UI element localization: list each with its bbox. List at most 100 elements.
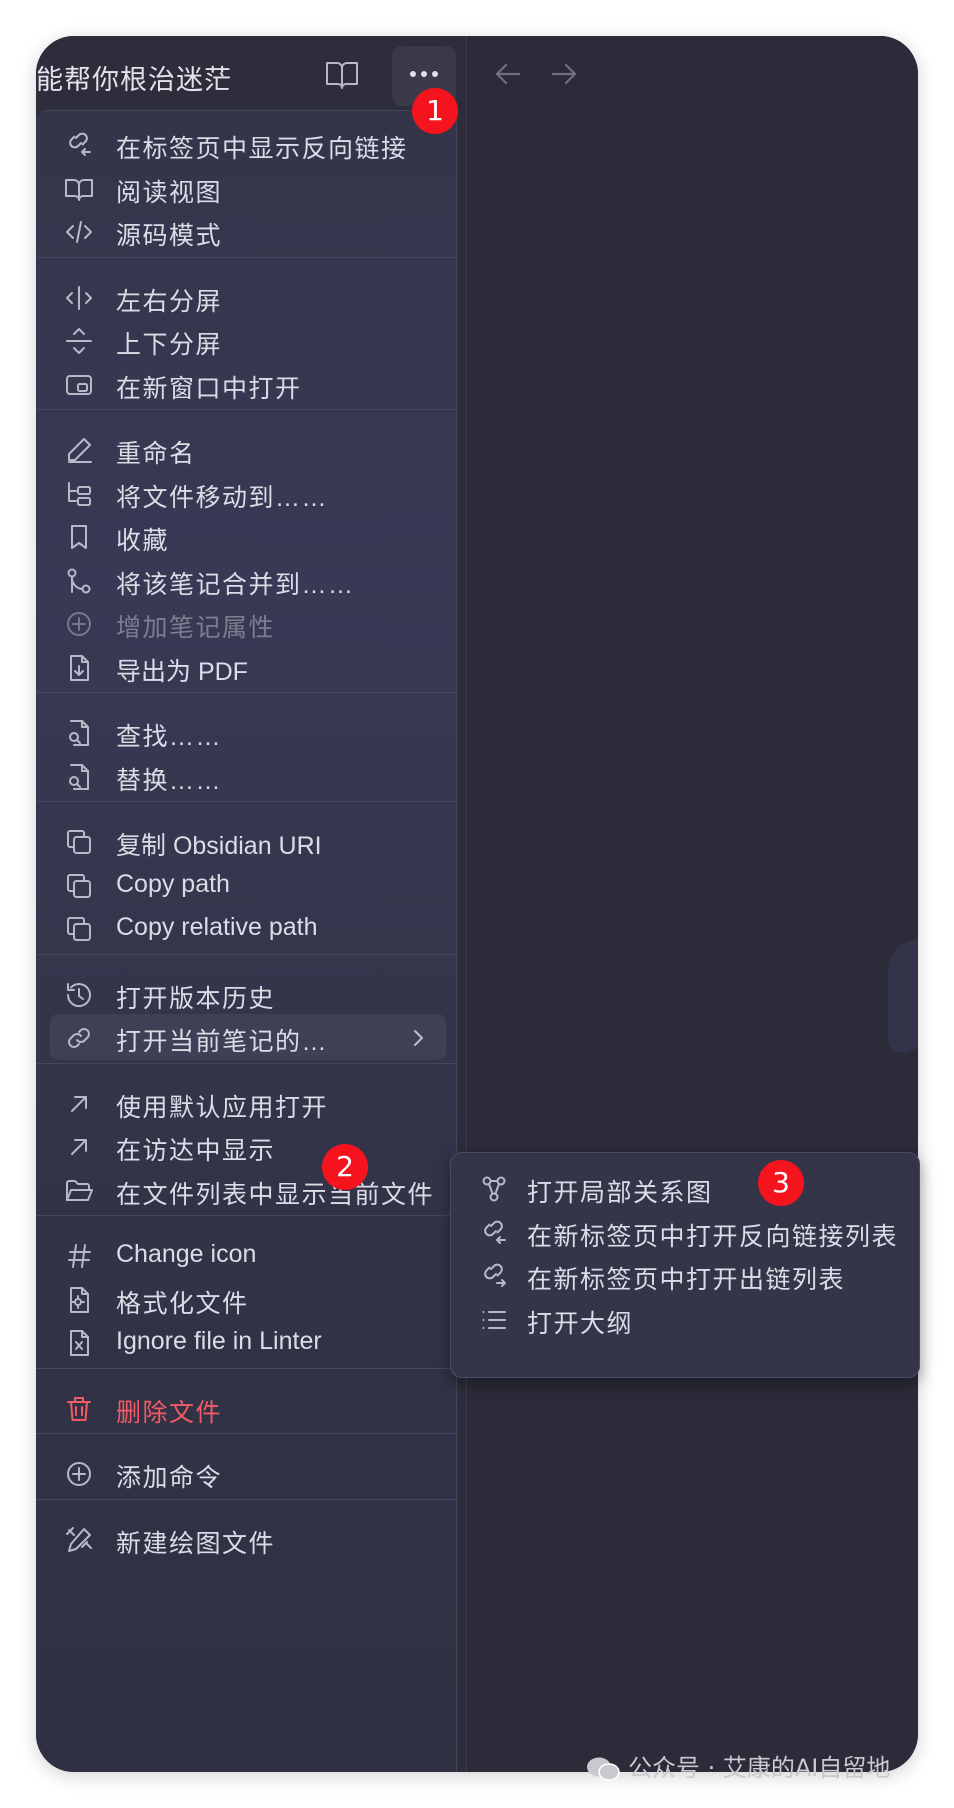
menu-separator [36, 953, 456, 955]
step-badge-2: 2 [322, 1144, 368, 1190]
menu-item[interactable]: 格式化文件 [50, 1276, 446, 1322]
file-cog-icon [64, 1285, 94, 1315]
menu-item[interactable]: 查找…… [50, 709, 446, 755]
menu-item-label: 打开版本历史 [116, 984, 276, 1013]
menu-item[interactable]: 阅读视图 [50, 165, 446, 211]
menu-item-label: 复制 Obsidian URI [116, 832, 322, 860]
menu-item-label: 在访达中显示 [116, 1137, 276, 1165]
arrow-up-right-icon [64, 1132, 94, 1162]
open-current-note-submenu: 打开局部关系图在新标签页中打开反向链接列表 在新标签页中打开出链列表打开大纲 [450, 1152, 920, 1378]
submenu-item-label: 在新标签页中打开反向链接列表 [527, 1222, 899, 1251]
menu-item[interactable]: 复制 Obsidian URI [50, 818, 446, 864]
menu-item-label: 增加笔记属性 [116, 614, 276, 642]
menu-item[interactable]: 重命名 [50, 426, 446, 472]
file-options-menu: 在标签页中显示反向链接 阅读视图源码模式左右分屏 上下分屏在新窗口中打开重命名 将文件… [36, 110, 457, 1772]
menu-item-label: 将该笔记合并到…… [116, 570, 355, 599]
menu-item-label: 源码模式 [116, 222, 223, 250]
menu-item-label: Change icon [116, 1240, 257, 1268]
arrow-right-icon[interactable] [547, 58, 581, 90]
menu-item-label: 新建绘图文件 [116, 1529, 276, 1558]
menu-item-label: Copy relative path [116, 913, 318, 941]
menu-separator [36, 1367, 456, 1369]
link-icon [64, 1023, 94, 1053]
file-search-icon [64, 718, 94, 748]
menu-item[interactable]: 打开当前笔记的… [50, 1014, 446, 1060]
menu-item-label: 导出为 PDF [116, 657, 248, 686]
menu-item-label: 打开当前笔记的… [116, 1028, 329, 1056]
submenu-item-label: 打开局部关系图 [527, 1179, 713, 1207]
background-shape [888, 923, 918, 1059]
split-horizontal-icon [64, 326, 94, 356]
menu-item[interactable]: 在新窗口中打开 [50, 361, 446, 407]
menu-item[interactable]: Copy relative path [50, 905, 446, 951]
window-icon [64, 370, 94, 400]
menu-item[interactable]: Change icon [50, 1232, 446, 1278]
list-icon [479, 1305, 509, 1335]
menu-item-label: 阅读视图 [116, 178, 223, 207]
menu-item-label: 在文件列表中显示当前文件 [116, 1180, 435, 1209]
menu-item-label: 在标签页中显示反向链接 [116, 135, 408, 163]
menu-item[interactable]: 将文件移动到…… [50, 470, 446, 516]
menu-item[interactable]: 新建绘图文件 [50, 1516, 446, 1562]
wechat-icon [586, 1756, 620, 1782]
pencil-icon [64, 435, 94, 465]
watermark-text: 公众号 · 艾康的AI自留地 [628, 1754, 891, 1782]
menu-item[interactable]: 上下分屏 [50, 317, 446, 363]
menu-separator [36, 1498, 456, 1500]
menu-item[interactable]: 左右分屏 [50, 274, 446, 320]
watermark: 公众号 · 艾康的AI自留地 [586, 1748, 890, 1783]
copy-icon [64, 827, 94, 857]
plus-circle-icon [64, 1459, 94, 1489]
menu-item-label: Ignore file in Linter [116, 1327, 322, 1355]
code-icon [64, 217, 94, 247]
menu-item-label: Copy path [116, 869, 230, 898]
right-pane [466, 36, 918, 1772]
more-horizontal-icon [410, 71, 438, 77]
menu-item[interactable]: 在访达中显示 [50, 1123, 446, 1169]
menu-item[interactable]: 删除文件 [50, 1385, 446, 1431]
link-outgoing-icon [479, 1261, 509, 1291]
menu-item[interactable]: 源码模式 [50, 208, 446, 254]
left-pane: 能帮你根治迷茫 在标签页中显示反向链接 阅读视图源码模式左右分屏 上下分屏在新窗口中… [36, 36, 466, 1772]
menu-item-label: 替换…… [116, 766, 223, 795]
menu-item[interactable]: 添加命令 [50, 1450, 446, 1496]
step-badge-1: 1 [412, 88, 458, 134]
menu-separator [36, 692, 456, 693]
bookmark-icon [64, 522, 94, 552]
menu-item[interactable]: Copy path [50, 862, 446, 908]
arrow-left-icon[interactable] [491, 58, 525, 90]
graph-icon [479, 1174, 509, 1204]
submenu-item[interactable]: 在新标签页中打开反向链接列表 [465, 1209, 905, 1255]
submenu-item[interactable]: 打开大纲 [465, 1296, 905, 1342]
menu-item[interactable]: 使用默认应用打开 [50, 1080, 446, 1126]
menu-item-label: 在新窗口中打开 [116, 374, 302, 403]
view-header: 能帮你根治迷茫 [36, 36, 466, 112]
menu-item[interactable]: Ignore file in Linter [50, 1319, 446, 1365]
plus-circle-icon [64, 609, 94, 639]
menu-item[interactable]: 将该笔记合并到…… [50, 557, 446, 603]
menu-separator [36, 1062, 456, 1064]
app-window: 能帮你根治迷茫 在标签页中显示反向链接 阅读视图源码模式左右分屏 上下分屏在新窗口中… [36, 36, 918, 1772]
menu-item[interactable]: 替换…… [50, 753, 446, 799]
git-merge-icon [64, 566, 94, 596]
pencil-ruler-icon [64, 1525, 94, 1555]
book-open-icon[interactable] [324, 58, 360, 92]
menu-item[interactable]: 在文件列表中显示当前文件 [50, 1167, 446, 1213]
submenu-item[interactable]: 在新标签页中打开出链列表 [465, 1252, 905, 1298]
split-vertical-icon [64, 283, 94, 313]
menu-item[interactable]: 导出为 PDF [50, 644, 446, 690]
menu-item[interactable]: 在标签页中显示反向链接 [50, 121, 446, 167]
file-download-icon [64, 653, 94, 683]
menu-item[interactable]: 收藏 [50, 513, 446, 559]
copy-icon [64, 914, 94, 944]
chevron-right-icon [408, 1026, 428, 1050]
hash-icon [64, 1241, 94, 1271]
history-icon [64, 980, 94, 1010]
file-x-icon [64, 1328, 94, 1358]
menu-separator [36, 256, 456, 258]
arrow-up-right-icon [64, 1089, 94, 1119]
menu-item[interactable]: 打开版本历史 [50, 971, 446, 1017]
submenu-item-label: 打开大纲 [527, 1309, 634, 1338]
submenu-item[interactable]: 打开局部关系图 [465, 1165, 905, 1211]
menu-item-label: 收藏 [116, 527, 170, 555]
